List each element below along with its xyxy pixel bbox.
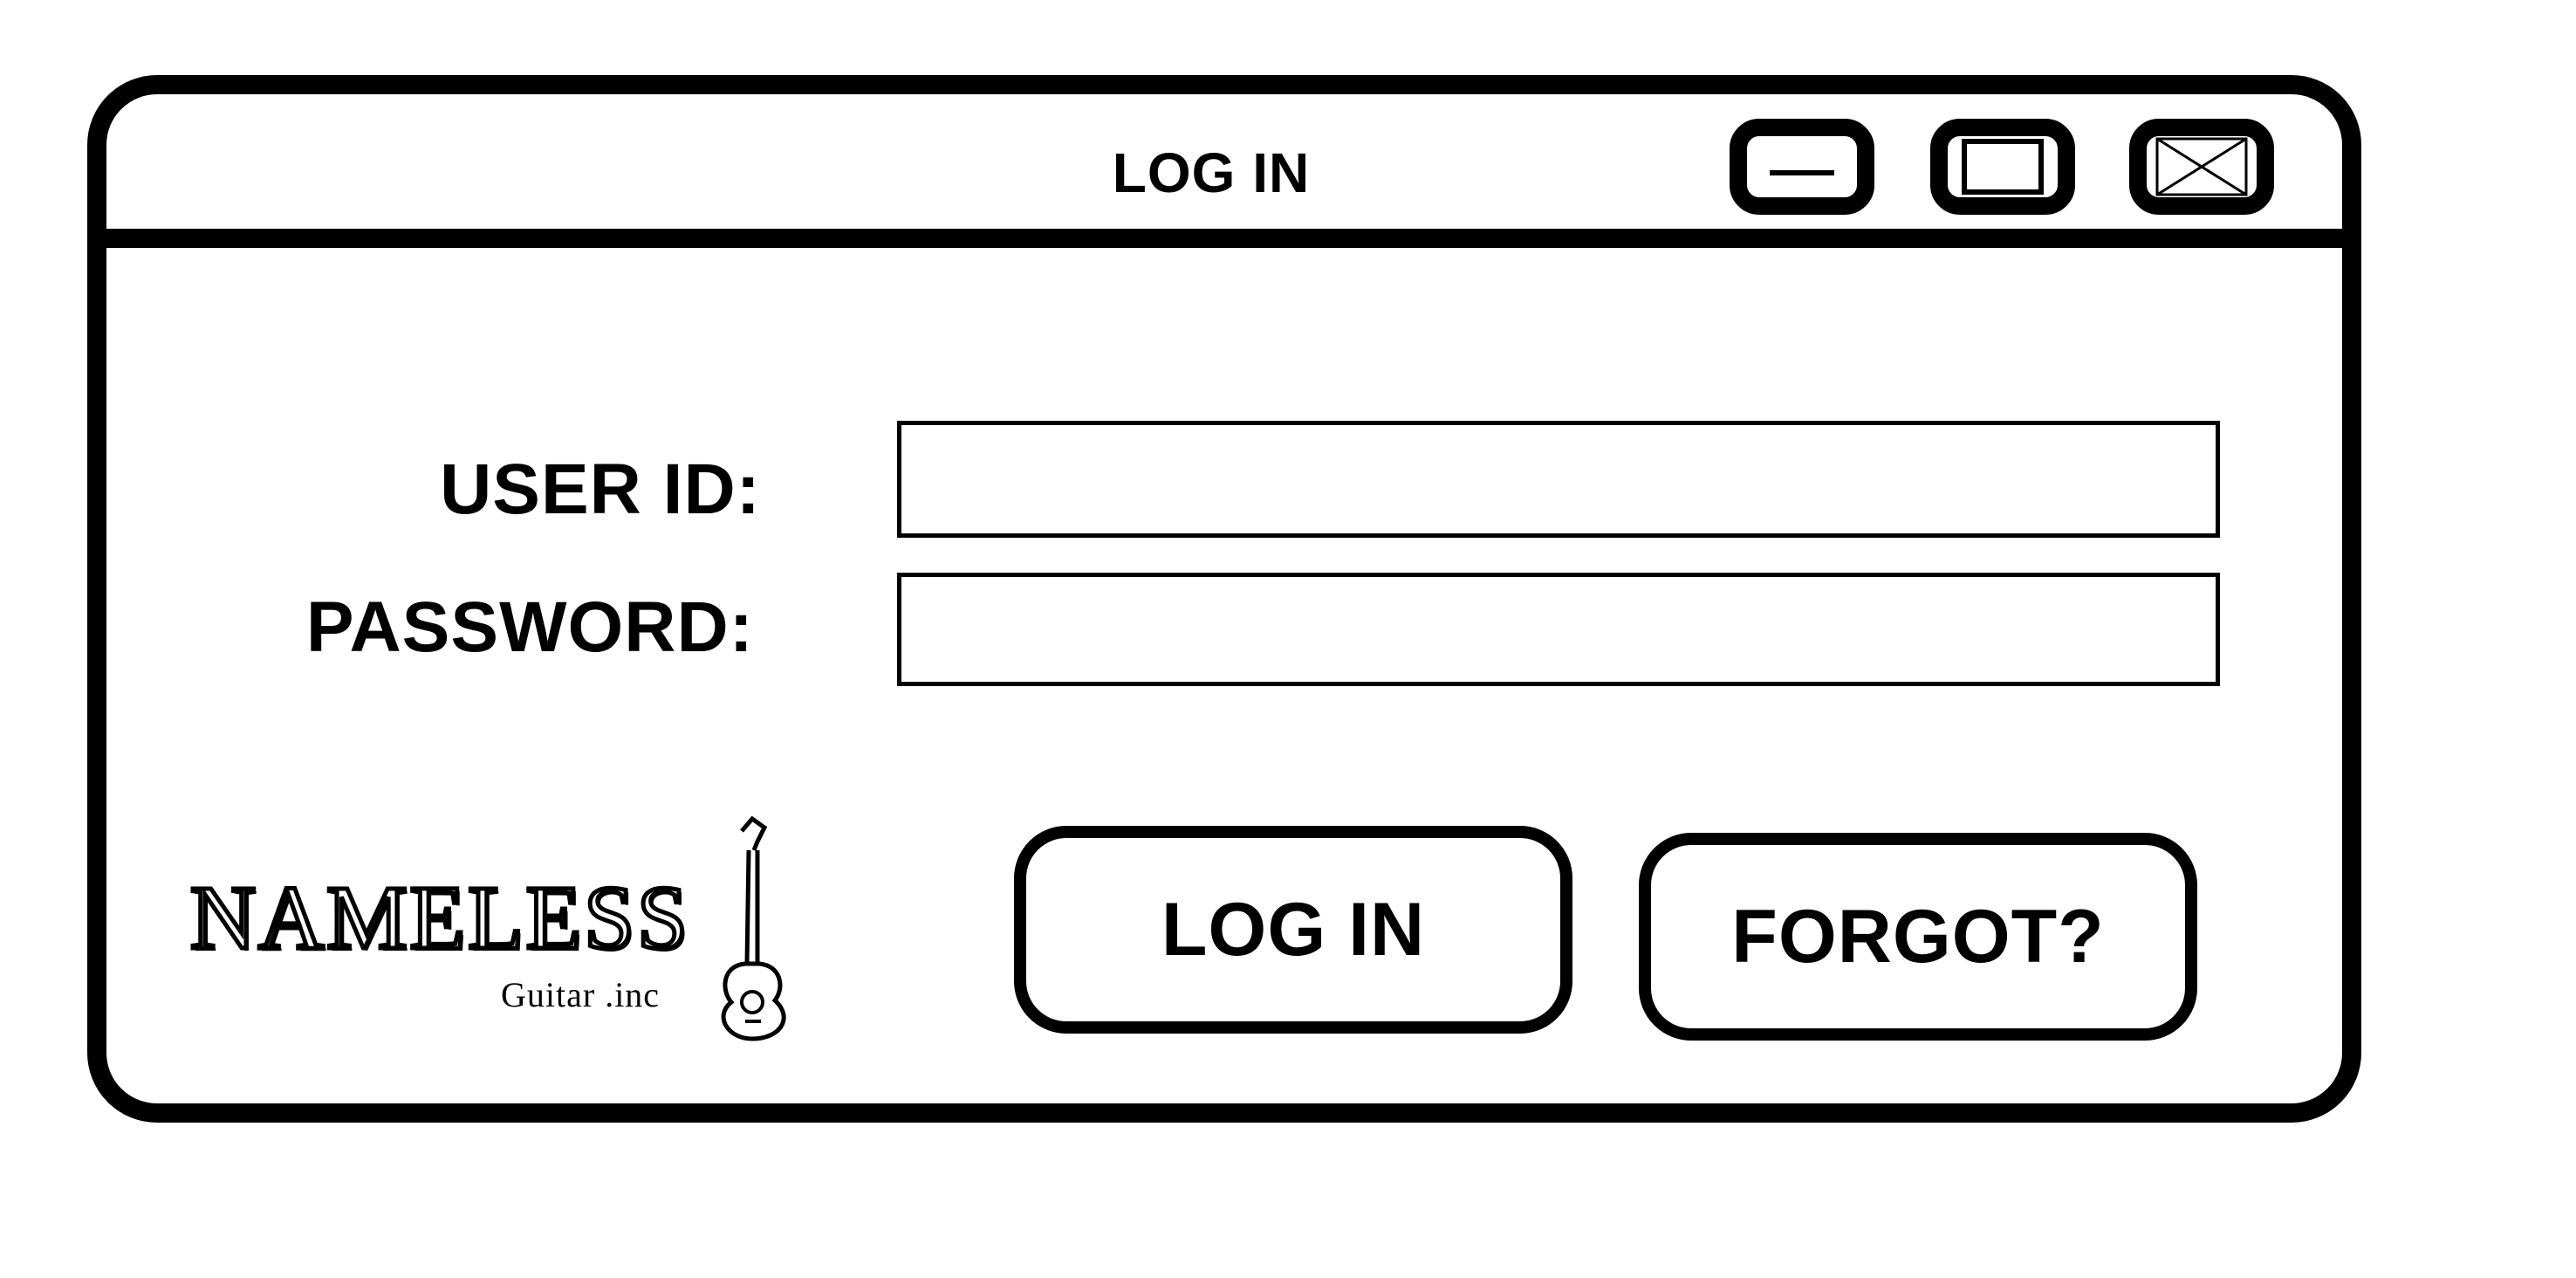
company-logo: NAMELESS Guitar .inc <box>188 815 819 1042</box>
minimize-button[interactable] <box>1730 119 1874 215</box>
logo-subtitle: Guitar .inc <box>501 975 661 1014</box>
login-button[interactable]: LOG IN <box>1014 826 1572 1034</box>
close-button[interactable] <box>2129 119 2274 215</box>
title-bar[interactable]: LOG IN <box>106 94 2342 248</box>
forgot-button[interactable]: FORGOT? <box>1639 833 2197 1041</box>
guitar-icon <box>721 815 786 1041</box>
user-id-input[interactable] <box>897 421 2220 538</box>
maximize-icon <box>1962 139 2044 195</box>
login-window: LOG IN USER ID: PASSWORD: NAMELESS Guita… <box>87 75 2361 1123</box>
user-id-label: USER ID: <box>440 450 761 529</box>
minimize-icon <box>1770 170 1834 175</box>
maximize-button[interactable] <box>1930 119 2075 215</box>
password-input[interactable] <box>897 573 2220 686</box>
logo-name: NAMELESS <box>188 868 690 968</box>
password-label: PASSWORD: <box>305 587 754 667</box>
close-icon <box>2155 137 2248 196</box>
